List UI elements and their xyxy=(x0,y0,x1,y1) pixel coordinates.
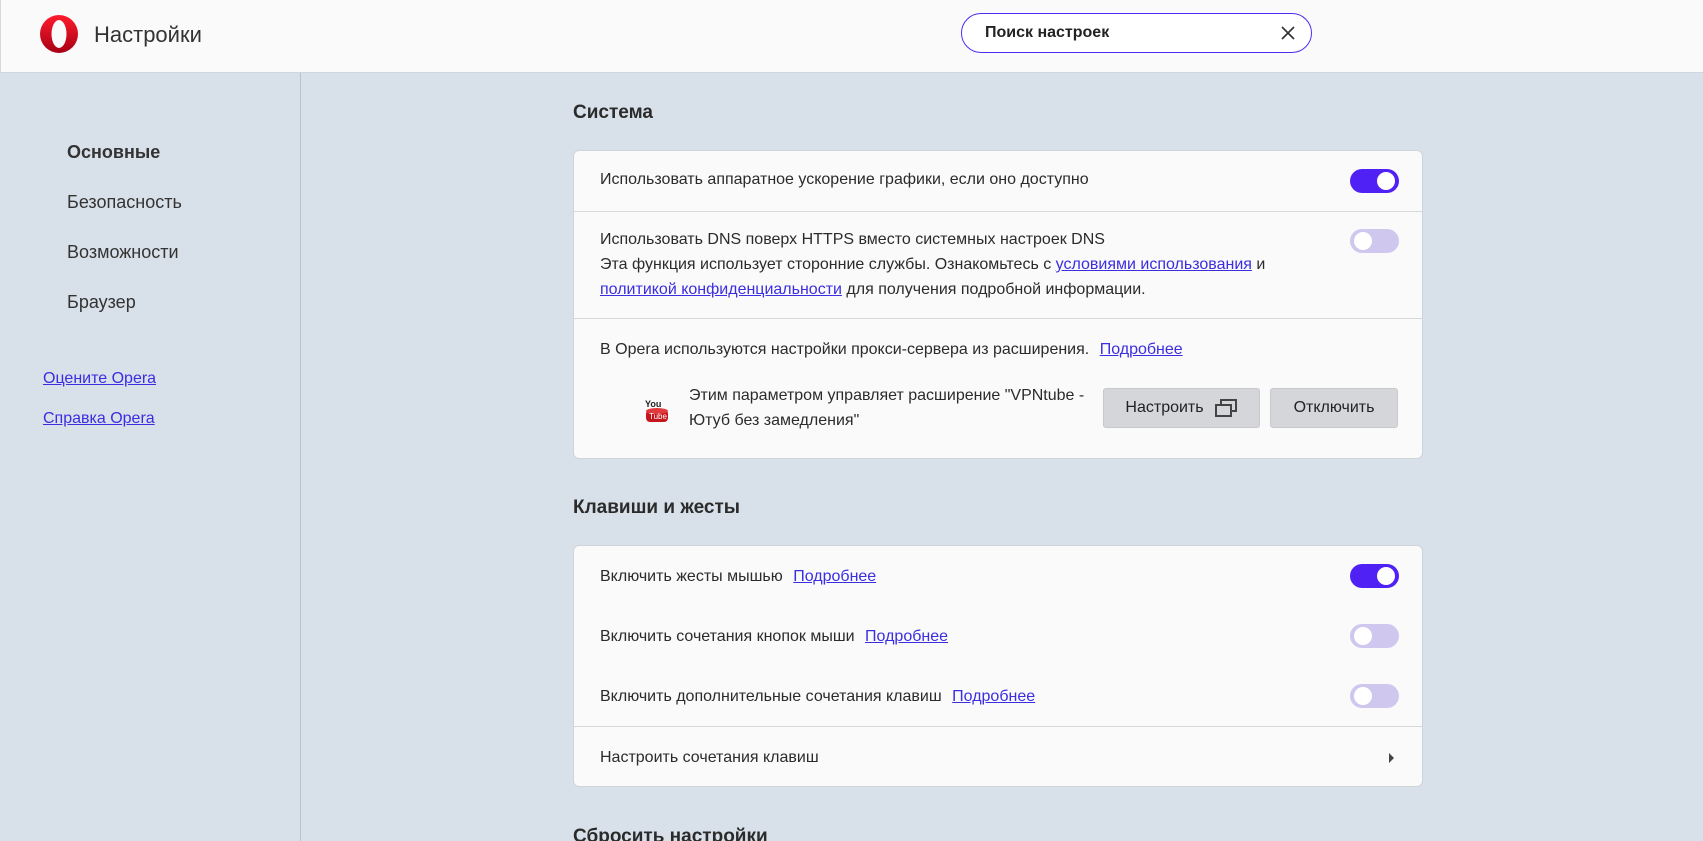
extension-note-line2: Ютуб без замедления" xyxy=(689,412,860,429)
rocker-gestures-more-link[interactable]: Подробнее xyxy=(865,628,948,645)
hw-accel-toggle[interactable] xyxy=(1350,169,1399,193)
header-bar: Настройки xyxy=(0,0,1703,73)
rocker-gestures-label: Включить сочетания кнопок мыши Подробнее xyxy=(600,628,949,645)
shortcuts-card: Включить жесты мышью Подробнее Включить … xyxy=(573,545,1423,787)
extension-note-line1: Этим параметром управляет расширение "VP… xyxy=(689,387,1085,404)
proxy-more-link[interactable]: Подробнее xyxy=(1100,341,1183,358)
sidebar-item-basic[interactable]: Основные xyxy=(67,142,160,163)
dns-row: Использовать DNS поверх HTTPS вместо сис… xyxy=(574,211,1422,318)
rocker-gestures-toggle[interactable] xyxy=(1350,624,1399,648)
hw-accel-label: Использовать аппаратное ускорение график… xyxy=(600,171,1089,188)
privacy-link[interactable]: политикой конфиденциальности xyxy=(600,281,842,298)
section-title-system: Система xyxy=(573,102,653,123)
search-box[interactable] xyxy=(961,13,1312,53)
advanced-keys-row: Включить дополнительные сочетания клавиш… xyxy=(574,666,1422,726)
advanced-keys-more-link[interactable]: Подробнее xyxy=(952,688,1035,705)
rate-opera-link[interactable]: Оцените Opera xyxy=(43,370,156,388)
configure-extension-button[interactable]: Настроить xyxy=(1103,388,1260,428)
mouse-gestures-label: Включить жесты мышью Подробнее xyxy=(600,568,877,585)
sidebar-item-features[interactable]: Возможности xyxy=(67,242,179,263)
dns-label: Использовать DNS поверх HTTPS вместо сис… xyxy=(600,231,1105,248)
search-input[interactable] xyxy=(985,24,1265,42)
rocker-gestures-row: Включить сочетания кнопок мыши Подробнее xyxy=(574,606,1422,666)
dns-description-line2: политикой конфиденциальности для получен… xyxy=(600,281,1146,298)
mouse-gestures-toggle[interactable] xyxy=(1350,564,1399,588)
system-card: Использовать аппаратное ускорение график… xyxy=(573,150,1423,459)
chevron-right-icon xyxy=(1389,753,1394,763)
proxy-row: В Opera используются настройки прокси-се… xyxy=(574,318,1422,458)
configure-shortcuts-row[interactable]: Настроить сочетания клавиш xyxy=(574,726,1422,786)
svg-text:Tube: Tube xyxy=(649,412,667,421)
dns-description-line1: Эта функция использует сторонние службы.… xyxy=(600,256,1266,273)
youtube-tube-icon: You Tube xyxy=(645,399,668,422)
opera-help-link[interactable]: Справка Opera xyxy=(43,410,155,428)
app-title: Настройки xyxy=(94,22,202,47)
close-icon[interactable] xyxy=(1277,22,1299,44)
open-window-icon xyxy=(1214,399,1237,417)
disable-extension-button[interactable]: Отключить xyxy=(1270,388,1398,428)
hw-accel-row: Использовать аппаратное ускорение график… xyxy=(574,151,1422,211)
terms-link[interactable]: условиями использования xyxy=(1056,256,1252,273)
dns-toggle[interactable] xyxy=(1350,229,1399,253)
sidebar-item-security[interactable]: Безопасность xyxy=(67,192,182,213)
sidebar-item-browser[interactable]: Браузер xyxy=(67,292,136,313)
sidebar: Основные Безопасность Возможности Браузе… xyxy=(0,73,301,841)
proxy-label: В Opera используются настройки прокси-се… xyxy=(600,341,1183,358)
opera-logo-icon xyxy=(40,15,78,53)
configure-button-label: Настроить xyxy=(1125,399,1204,416)
advanced-keys-toggle[interactable] xyxy=(1350,684,1399,708)
svg-text:You: You xyxy=(645,399,661,409)
section-title-reset: Сбросить настройки xyxy=(573,826,768,841)
mouse-gestures-row: Включить жесты мышью Подробнее xyxy=(574,546,1422,606)
advanced-keys-label: Включить дополнительные сочетания клавиш… xyxy=(600,688,1036,705)
mouse-gestures-more-link[interactable]: Подробнее xyxy=(793,568,876,585)
section-title-shortcuts: Клавиши и жесты xyxy=(573,497,740,518)
configure-shortcuts-label: Настроить сочетания клавиш xyxy=(600,749,819,766)
